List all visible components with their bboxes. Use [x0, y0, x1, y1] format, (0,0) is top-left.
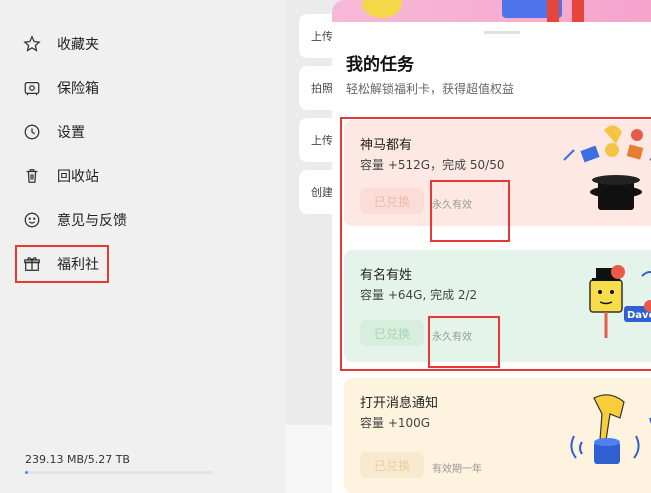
sidebar-item-trash[interactable]: 回收站	[22, 162, 99, 190]
sidebar-item-settings[interactable]: 设置	[22, 118, 85, 146]
sidebar-item-label: 意见与反馈	[57, 213, 127, 229]
highlight-box-validity	[430, 180, 510, 242]
hero-banner	[332, 0, 651, 22]
task-name: 打开消息通知	[360, 396, 439, 411]
panel-title: 我的任务	[346, 55, 414, 75]
panel-subtitle: 轻松解锁福利卡，获得超值权益	[346, 82, 515, 96]
smile-icon	[22, 210, 42, 230]
sidebar-item-feedback[interactable]: 意见与反馈	[22, 206, 127, 234]
star-icon	[22, 34, 42, 54]
validity-label: 有效期一年	[432, 464, 482, 475]
task-card: 打开消息通知 容量 +100G 已兑换 有效期一年	[344, 378, 651, 493]
hero-decoration	[547, 0, 559, 22]
task-detail: 容量 +100G	[360, 416, 431, 430]
sidebar: 收藏夹 保险箱 设置 回收站 意见与反馈 福利社 239.13 MB/5.27 …	[0, 0, 286, 493]
storage-usage-fill	[25, 471, 28, 474]
tasks-panel: 我的任务 轻松解锁福利卡，获得超值权益 神马都有 容量 +512G，完成 50/…	[332, 0, 651, 493]
redeemed-button[interactable]: 已兑换	[360, 452, 424, 478]
highlight-box-welfare	[15, 245, 109, 283]
trash-icon	[22, 166, 42, 186]
sidebar-item-safe[interactable]: 保险箱	[22, 74, 99, 102]
settings-icon	[22, 122, 42, 142]
sidebar-item-label: 设置	[57, 125, 85, 141]
notification-illustration	[570, 394, 651, 464]
hero-decoration	[362, 0, 402, 18]
safe-icon	[22, 78, 42, 98]
drag-handle[interactable]	[484, 31, 520, 34]
storage-usage-bar	[25, 471, 213, 474]
hero-decoration	[572, 0, 584, 22]
storage-usage-text: 239.13 MB/5.27 TB	[25, 453, 130, 466]
sidebar-item-label: 保险箱	[57, 81, 99, 97]
sidebar-item-favorites[interactable]: 收藏夹	[22, 30, 99, 58]
highlight-box-validity	[428, 316, 500, 368]
sidebar-item-label: 回收站	[57, 169, 99, 185]
sidebar-item-label: 收藏夹	[57, 37, 99, 53]
